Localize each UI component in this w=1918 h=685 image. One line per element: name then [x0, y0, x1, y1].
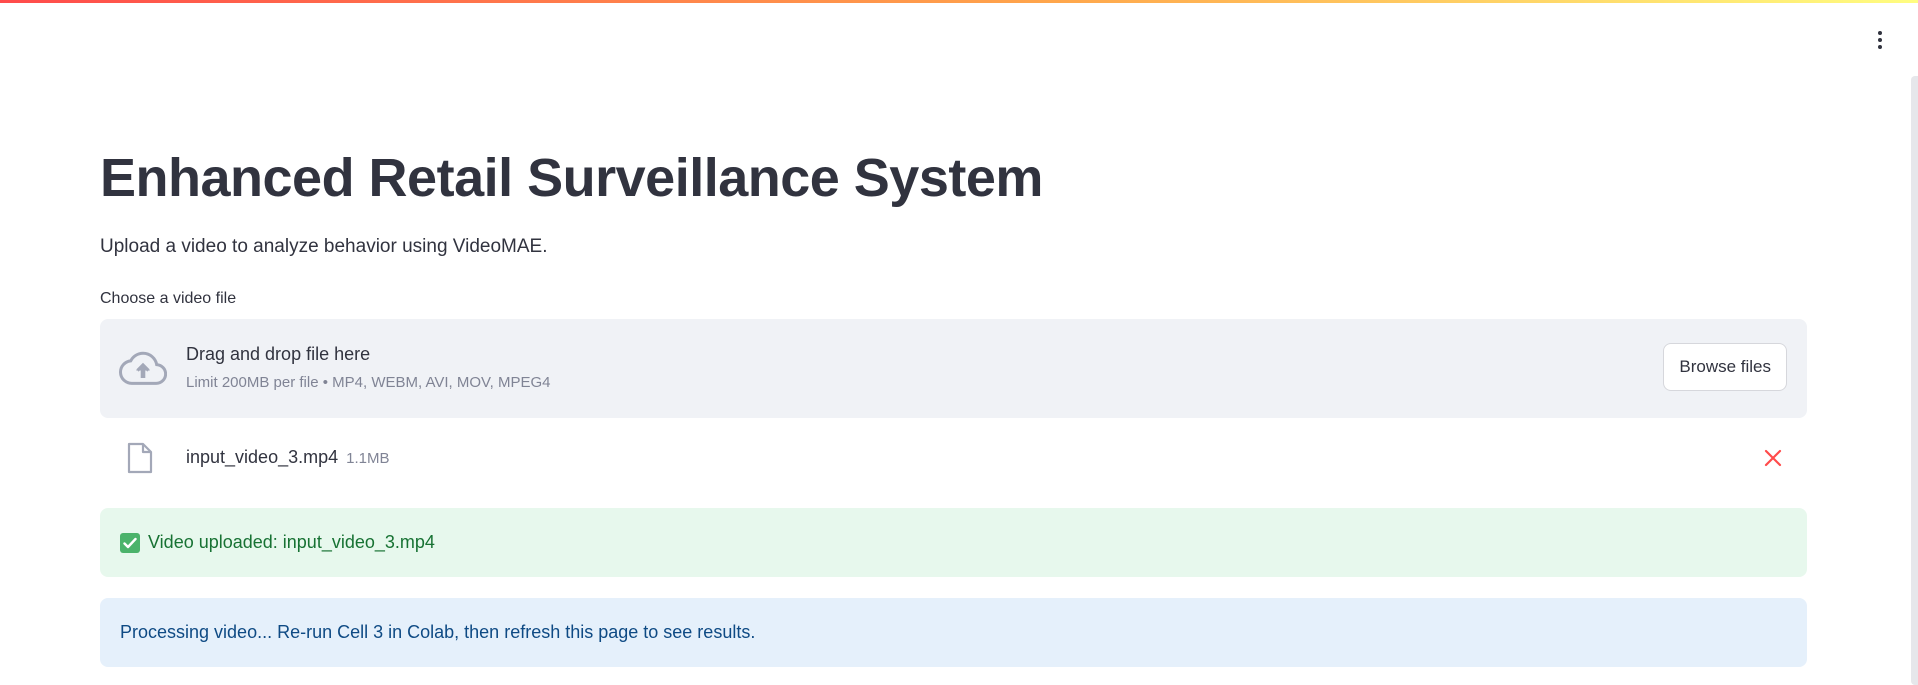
check-mark-icon — [120, 532, 140, 553]
file-uploader-label: Choose a video file — [100, 290, 237, 307]
uploaded-file-size: 1.1MB — [346, 450, 390, 467]
uploaded-file-item: input_video_3.mp4 1.1MB — [100, 434, 1807, 484]
info-alert: Processing video... Re-run Cell 3 in Col… — [100, 598, 1807, 667]
scrollbar[interactable] — [1911, 76, 1918, 685]
uploaded-file-name-row: input_video_3.mp4 1.1MB — [186, 444, 389, 472]
file-icon — [127, 442, 153, 474]
header-decoration-bar — [0, 0, 1918, 3]
success-alert-text: Video uploaded: input_video_3.mp4 — [148, 532, 435, 552]
dropzone-instructions: Drag and drop file here — [186, 344, 371, 364]
info-alert-text: Processing video... Re-run Cell 3 in Col… — [120, 622, 756, 642]
close-icon[interactable] — [1761, 446, 1785, 470]
page-title: Enhanced Retail Surveillance System — [100, 148, 1043, 208]
uploaded-file-name: input_video_3.mp4 — [186, 447, 339, 467]
success-alert: Video uploaded: input_video_3.mp4 — [100, 508, 1807, 577]
more-vertical-icon — [1878, 31, 1882, 35]
main-menu-button[interactable] — [1868, 26, 1892, 54]
dropzone-file-limit: Limit 200MB per file • MP4, WEBM, AVI, M… — [186, 374, 551, 391]
cloud-upload-icon — [119, 351, 167, 385]
page-subtitle: Upload a video to analyze behavior using… — [100, 236, 548, 257]
file-dropzone[interactable]: Drag and drop file here Limit 200MB per … — [100, 319, 1807, 418]
browse-files-button[interactable]: Browse files — [1663, 343, 1787, 391]
